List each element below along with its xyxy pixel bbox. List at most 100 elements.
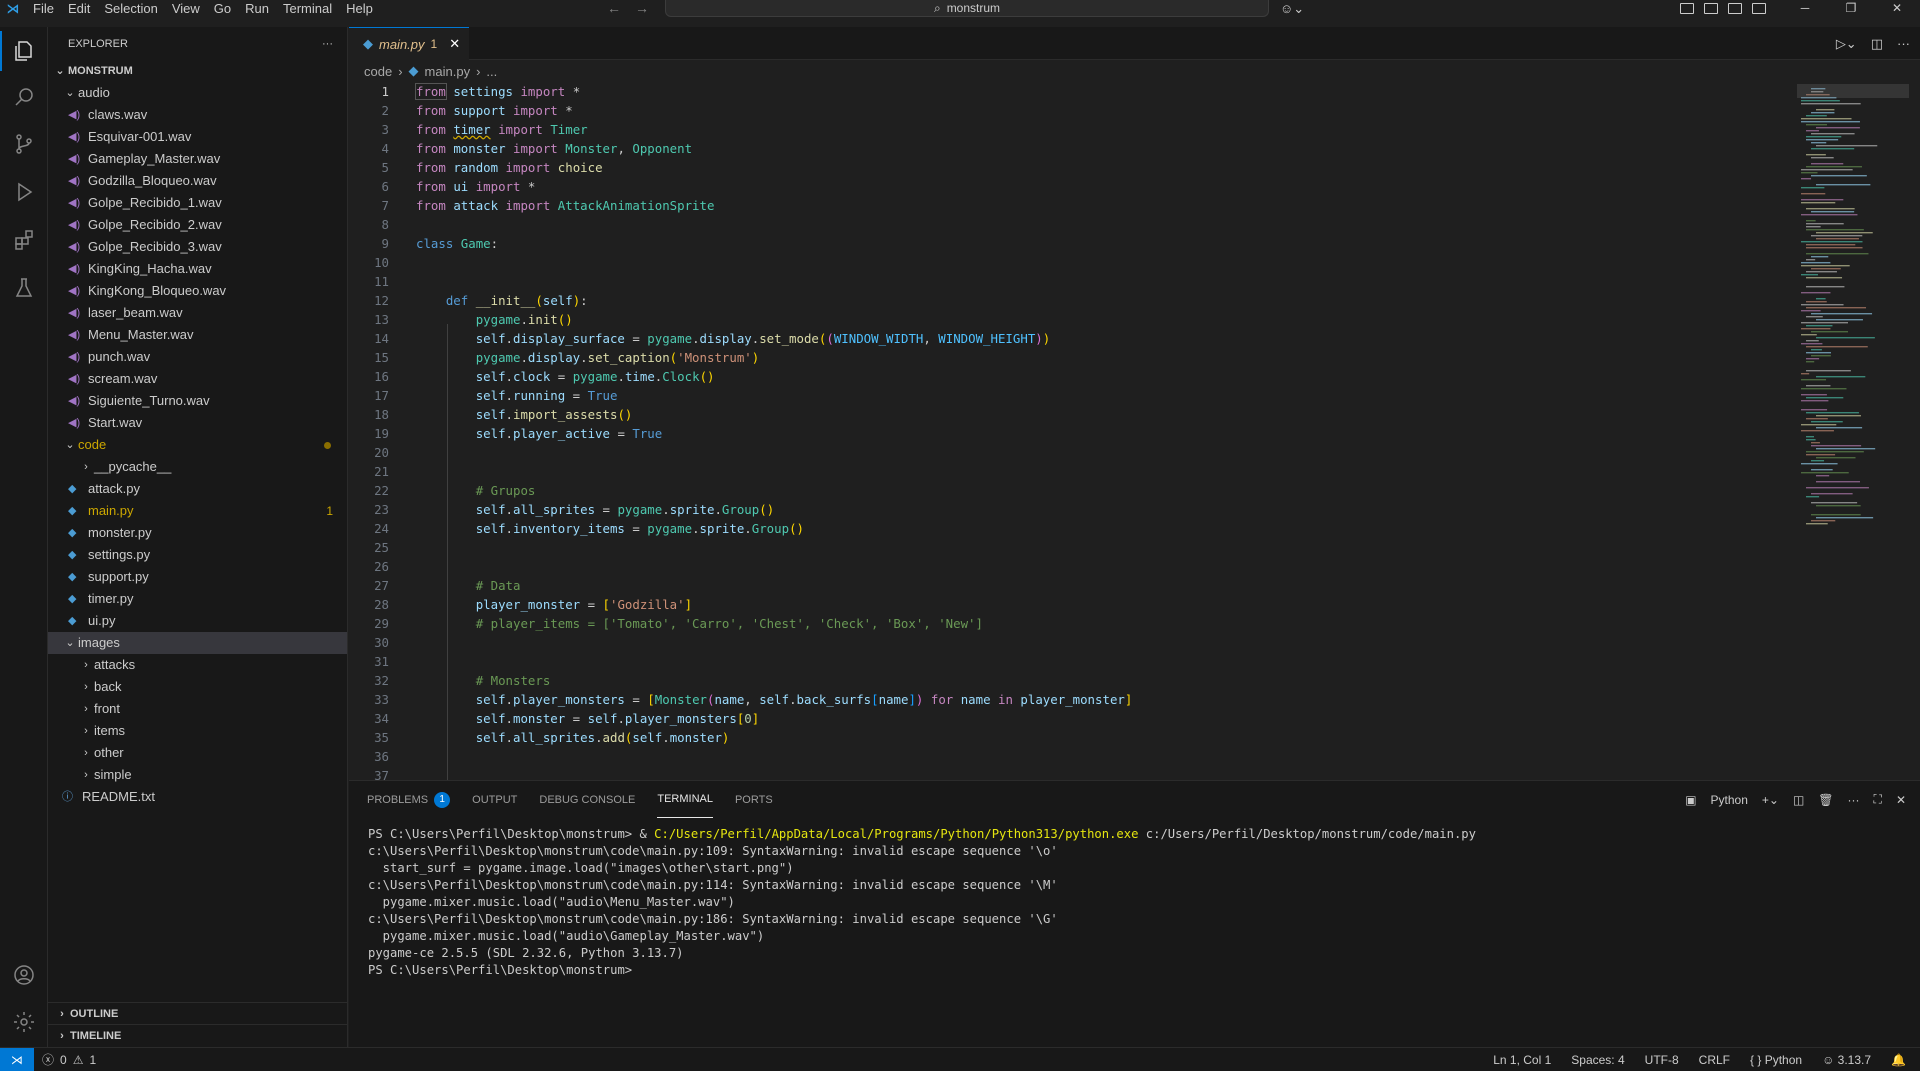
maximize-panel-icon[interactable]: ⛶: [1874, 792, 1882, 807]
close-icon[interactable]: ✕: [1874, 0, 1920, 17]
minimap-line: [1806, 136, 1842, 138]
file-audio[interactable]: ◀) Golpe_Recibido_3.wav: [48, 236, 347, 258]
close-tab-icon[interactable]: ✕: [449, 36, 460, 52]
file-python[interactable]: ◆ attack.py: [48, 478, 347, 500]
remote-indicator-icon[interactable]: ⋊: [0, 1047, 34, 1071]
notifications-bell-icon[interactable]: 🔔: [1891, 1053, 1906, 1067]
file-python[interactable]: ◆ ui.py: [48, 610, 347, 632]
file-main-py[interactable]: ◆ main.py 1: [48, 500, 347, 522]
file-audio[interactable]: ◀) Esquivar-001.wav: [48, 126, 347, 148]
menu-terminal[interactable]: Terminal: [276, 0, 339, 17]
tab-main-py[interactable]: ◆ main.py 1 ✕: [349, 27, 469, 60]
tab-terminal[interactable]: TERMINAL: [657, 781, 713, 818]
minimap[interactable]: [1797, 84, 1907, 534]
toggle-sidebar-icon[interactable]: [1704, 3, 1718, 14]
folder-images[interactable]: ⌄ images: [48, 632, 347, 654]
run-debug-icon[interactable]: [0, 172, 48, 212]
folder-code[interactable]: ⌄ code: [48, 434, 347, 456]
breadcrumb-file[interactable]: main.py: [425, 64, 471, 79]
code-editor[interactable]: from settings import * from support impo…: [349, 83, 1789, 783]
file-audio[interactable]: ◀) Menu_Master.wav: [48, 324, 347, 346]
more-actions-icon[interactable]: ···: [322, 38, 333, 50]
close-panel-icon[interactable]: ✕: [1896, 793, 1906, 807]
file-audio[interactable]: ◀) Siguiente_Turno.wav: [48, 390, 347, 412]
folder-other[interactable]: › other: [48, 742, 347, 764]
minimap-line: [1806, 451, 1864, 453]
toggle-secondary-sidebar-icon[interactable]: [1752, 3, 1766, 14]
folder-attacks[interactable]: › attacks: [48, 654, 347, 676]
timeline-section[interactable]: › TIMELINE: [48, 1024, 348, 1046]
source-control-icon[interactable]: [0, 124, 48, 164]
indentation[interactable]: Spaces: 4: [1571, 1053, 1624, 1067]
folder-front[interactable]: › front: [48, 698, 347, 720]
search-icon[interactable]: [0, 77, 48, 117]
terminal-name[interactable]: Python: [1711, 793, 1748, 807]
menu-selection[interactable]: Selection: [97, 0, 164, 17]
extensions-icon[interactable]: [0, 220, 48, 260]
menu-go[interactable]: Go: [207, 0, 238, 17]
folder-back[interactable]: › back: [48, 676, 347, 698]
forward-arrow-icon[interactable]: →: [635, 0, 649, 17]
outline-section[interactable]: › OUTLINE: [48, 1002, 348, 1024]
file-audio[interactable]: ◀) punch.wav: [48, 346, 347, 368]
breadcrumb-folder[interactable]: code: [364, 64, 392, 79]
folder-simple[interactable]: › simple: [48, 764, 347, 786]
file-audio[interactable]: ◀) Godzilla_Bloqueo.wav: [48, 170, 347, 192]
menu-help[interactable]: Help: [339, 0, 380, 17]
line-ending[interactable]: CRLF: [1699, 1053, 1730, 1067]
new-terminal-icon[interactable]: +⌄: [1762, 793, 1779, 807]
menu-edit[interactable]: Edit: [61, 0, 97, 17]
trash-icon[interactable]: 🗑: [1818, 793, 1833, 807]
file-python[interactable]: ◆ timer.py: [48, 588, 347, 610]
breadcrumb-symbol[interactable]: ...: [486, 64, 497, 79]
copilot-icon[interactable]: ☺⌄: [1280, 0, 1304, 17]
split-terminal-icon[interactable]: ◫: [1793, 793, 1804, 807]
tab-ports[interactable]: PORTS: [735, 781, 773, 818]
explorer-icon[interactable]: [0, 31, 48, 71]
tab-problems[interactable]: PROBLEMS 1: [367, 781, 451, 818]
menu-file[interactable]: File: [26, 0, 61, 17]
file-audio[interactable]: ◀) Start.wav: [48, 412, 347, 434]
minimize-icon[interactable]: ─: [1782, 0, 1828, 17]
file-python[interactable]: ◆ settings.py: [48, 544, 347, 566]
file-python[interactable]: ◆ support.py: [48, 566, 347, 588]
file-audio[interactable]: ◀) Gameplay_Master.wav: [48, 148, 347, 170]
more-actions-icon[interactable]: ···: [1848, 793, 1860, 807]
menu-run[interactable]: Run: [238, 0, 276, 17]
file-audio[interactable]: ◀) KingKing_Hacha.wav: [48, 258, 347, 280]
customize-layout-icon[interactable]: [1680, 3, 1694, 14]
restore-icon[interactable]: ❐: [1828, 0, 1874, 17]
command-center-search[interactable]: ⌕ monstrum: [665, 0, 1269, 17]
python-interpreter[interactable]: ☺ 3.13.7: [1822, 1053, 1871, 1067]
minimap-slider[interactable]: [1797, 84, 1909, 98]
cursor-position[interactable]: Ln 1, Col 1: [1493, 1053, 1551, 1067]
run-python-icon[interactable]: ▷⌄: [1836, 36, 1857, 52]
tab-debug-console[interactable]: DEBUG CONSOLE: [539, 781, 635, 818]
folder-audio[interactable]: ⌄ audio: [48, 82, 347, 104]
folder-items[interactable]: › items: [48, 720, 347, 742]
line-number: 21: [374, 464, 389, 479]
account-icon[interactable]: [0, 955, 48, 995]
problems-indicator[interactable]: ⓧ 0 ⚠ 1: [34, 1051, 96, 1068]
terminal-output[interactable]: PS C:\Users\Perfil\Desktop\monstrum> & C…: [368, 826, 1476, 979]
file-audio[interactable]: ◀) scream.wav: [48, 368, 347, 390]
file-audio[interactable]: ◀) KingKong_Bloqueo.wav: [48, 280, 347, 302]
file-audio[interactable]: ◀) claws.wav: [48, 104, 347, 126]
more-actions-icon[interactable]: ···: [1897, 36, 1910, 51]
toggle-panel-icon[interactable]: [1728, 3, 1742, 14]
file-audio[interactable]: ◀) Golpe_Recibido_1.wav: [48, 192, 347, 214]
tab-output[interactable]: OUTPUT: [472, 781, 517, 818]
encoding[interactable]: UTF-8: [1645, 1053, 1679, 1067]
file-audio[interactable]: ◀) Golpe_Recibido_2.wav: [48, 214, 347, 236]
back-arrow-icon[interactable]: ←: [607, 0, 621, 17]
language-mode[interactable]: { } Python: [1750, 1053, 1802, 1067]
workspace-root[interactable]: ⌄ MONSTRUM: [48, 60, 347, 82]
file-readme[interactable]: ⓘ README.txt: [48, 786, 347, 808]
menu-view[interactable]: View: [165, 0, 207, 17]
file-python[interactable]: ◆ monster.py: [48, 522, 347, 544]
settings-gear-icon[interactable]: [0, 1002, 48, 1042]
file-audio[interactable]: ◀) laser_beam.wav: [48, 302, 347, 324]
split-editor-icon[interactable]: ◫: [1871, 36, 1883, 52]
testing-icon[interactable]: [0, 268, 48, 308]
folder-pycache[interactable]: › __pycache__: [48, 456, 347, 478]
